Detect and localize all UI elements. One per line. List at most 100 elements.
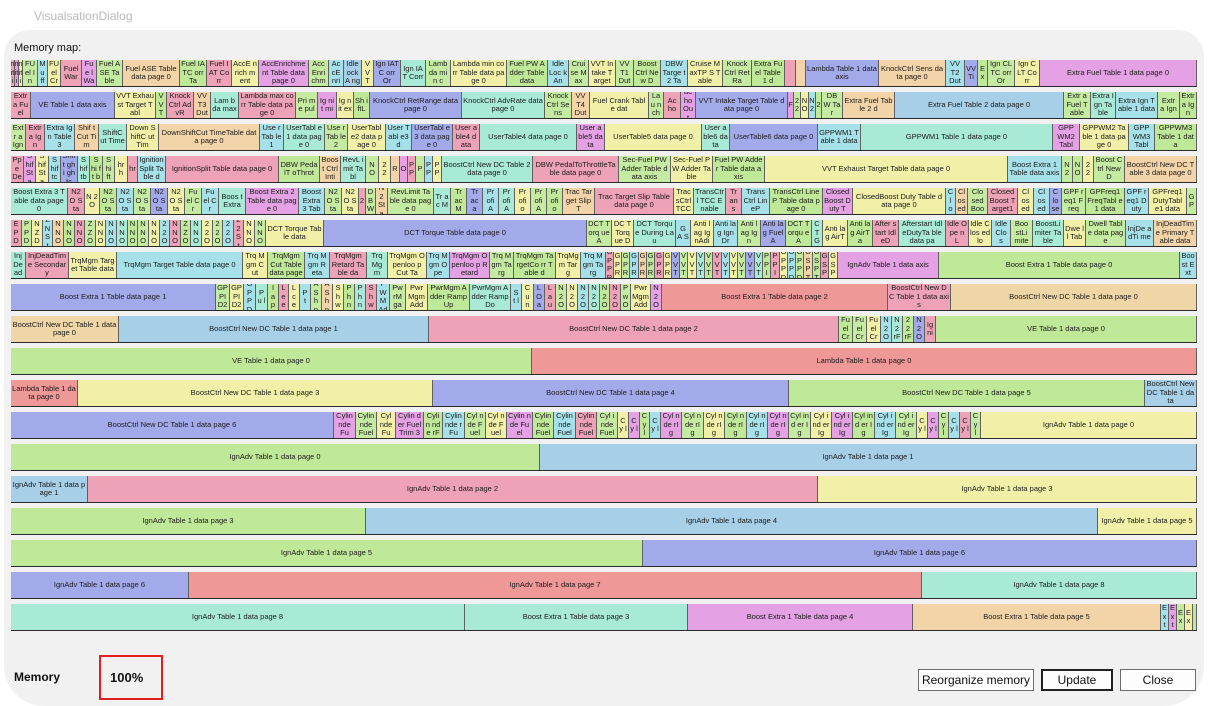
- memory-block[interactable]: Cyl inde Fuel: [597, 412, 618, 438]
- memory-block[interactable]: Closed Boost Duty T: [823, 188, 853, 214]
- memory-block[interactable]: IgnAdv Table 1 data page 4: [366, 508, 1098, 534]
- memory-block[interactable]: GP PI D2: [230, 284, 244, 310]
- memory-block[interactable]: Cyl nde rIg: [725, 412, 747, 438]
- memory-block[interactable]: 2 2 O: [202, 220, 213, 246]
- memory-block[interactable]: VE Table 1 data page 0: [11, 348, 532, 374]
- memory-block[interactable]: Extra Fuel Table 2 data page 0: [895, 92, 1064, 118]
- memory-block[interactable]: IgnAdv Table 1 data page 3: [818, 476, 1197, 502]
- memory-block[interactable]: Ign IATC orr Or: [374, 60, 401, 86]
- memory-block[interactable]: Extr a Ign: [1180, 92, 1197, 118]
- memory-block[interactable]: Fu el Cr: [202, 188, 219, 214]
- memory-block[interactable]: G S P T: [804, 252, 813, 278]
- memory-block[interactable]: Lambda min corr Table data page 0: [451, 60, 507, 86]
- memory-block[interactable]: 2 2: [794, 92, 801, 118]
- memory-block[interactable]: N N O: [96, 220, 106, 246]
- memory-block[interactable]: G P R: [655, 252, 664, 278]
- memory-block[interactable]: Extr a Ign: [1158, 92, 1180, 118]
- memory-block[interactable]: Cylin nde Fu: [334, 412, 356, 438]
- memory-block[interactable]: C y l: [971, 412, 981, 438]
- memory-block[interactable]: TrqMgm Target Table data: [69, 252, 117, 278]
- memory-block[interactable]: C T G: [812, 220, 823, 246]
- memory-block[interactable]: Pw rM ga: [390, 284, 406, 310]
- memory-block[interactable]: Cyl ind er Ig: [789, 412, 811, 438]
- memory-block[interactable]: Cylin nde rF: [424, 412, 443, 438]
- memory-block[interactable]: N2 O Sta: [117, 188, 134, 214]
- memory-block[interactable]: Trq Mgm Targ: [490, 252, 514, 278]
- memory-block[interactable]: Z Z O: [181, 220, 191, 246]
- memory-block[interactable]: Trans Ctrl LineP: [742, 188, 770, 214]
- memory-block[interactable]: IgnAdv Table 1 data page 1: [540, 444, 1197, 470]
- memory-block[interactable]: Cyl nde rIg: [661, 412, 682, 438]
- memory-block[interactable]: Cylin der Fuel Trim 3: [396, 412, 424, 438]
- memory-block[interactable]: V V T: [755, 252, 763, 278]
- memory-block[interactable]: V V T: [680, 252, 688, 278]
- memory-block[interactable]: Afterstart IdleDutyTa ble data pa: [899, 220, 946, 246]
- memory-block[interactable]: N O: [801, 92, 809, 118]
- memory-block[interactable]: Use rTab le2: [325, 124, 348, 150]
- memory-block[interactable]: IgnitionSplit Table data page 0: [166, 156, 279, 182]
- memory-block[interactable]: Shift ghi ghtc: [61, 156, 78, 182]
- memory-block[interactable]: ZN St: [43, 220, 53, 246]
- memory-block[interactable]: Boost Extra 1 Table data page 3: [465, 604, 688, 630]
- memory-block[interactable]: IgnAdv Table 1 data page 5: [1098, 508, 1197, 534]
- memory-block[interactable]: Pr ofi A: [531, 188, 547, 214]
- memory-block[interactable]: C y l: [618, 412, 629, 438]
- memory-block[interactable]: BoostCtrl New DC Table 1 data page 6: [11, 412, 334, 438]
- memory-block[interactable]: V V T: [672, 252, 680, 278]
- memory-block[interactable]: Boos t Extra: [219, 188, 246, 214]
- memory-block[interactable]: Fuel IATC orr Ta: [180, 60, 207, 86]
- memory-block[interactable]: IgnAdv Table 1 data page 7: [189, 572, 922, 598]
- memory-block[interactable]: L c e: [289, 284, 300, 310]
- memory-block[interactable]: DCT Torque Table data: [266, 220, 324, 246]
- memory-block[interactable]: Ig nit mi: [318, 92, 337, 118]
- memory-block[interactable]: VVT Exhaust Target Tabl: [115, 92, 156, 118]
- memory-block[interactable]: PwrMgm Adder Ramp Up: [428, 284, 470, 310]
- memory-block[interactable]: Ign IAT Corr: [401, 60, 426, 86]
- memory-block[interactable]: [796, 60, 806, 86]
- memory-block[interactable]: Extra Ign Table: [1091, 92, 1116, 118]
- memory-block[interactable]: User able6 data: [702, 124, 730, 150]
- memory-block[interactable]: VVT Exhaust Target Table data page 0: [765, 156, 1008, 182]
- memory-block[interactable]: P: [416, 156, 425, 182]
- memory-block[interactable]: G S P: [821, 252, 829, 278]
- memory-block[interactable]: 2 2 rF: [903, 316, 914, 342]
- memory-block[interactable]: Anti lag AirTa: [848, 220, 873, 246]
- memory-block[interactable]: G P: [1187, 188, 1197, 214]
- memory-block[interactable]: VV T4 Dut: [572, 92, 590, 118]
- memory-block[interactable]: G P R: [622, 252, 630, 278]
- memory-block[interactable]: N 2 O: [610, 284, 621, 310]
- memory-block[interactable]: Inj De ad: [11, 252, 26, 278]
- memory-block[interactable]: C l o: [946, 188, 956, 214]
- memory-block[interactable]: Boost Extra 1 Table data page 0: [939, 252, 1180, 278]
- memory-block[interactable]: Ign CLT Corr: [1015, 60, 1040, 86]
- memory-block[interactable]: GPFreq1 DutyTabl e1 data: [1149, 188, 1187, 214]
- memory-block[interactable]: Boost Ctrl Inti: [320, 156, 341, 182]
- memory-block[interactable]: Anti lag IgnDr: [714, 220, 738, 246]
- memory-block[interactable]: GPFreq1 FreqTabl e1 data: [1086, 188, 1125, 214]
- memory-block[interactable]: Extra Fuel Table 2 d: [843, 92, 895, 118]
- memory-block[interactable]: IgnAdv Table 1 data page 8: [922, 572, 1197, 598]
- memory-block[interactable]: RevLimit Table data page 0: [388, 188, 434, 214]
- memory-block[interactable]: G S P: [829, 252, 838, 278]
- memory-block[interactable]: N N O: [53, 220, 64, 246]
- memory-block[interactable]: Fu el Cr: [185, 188, 202, 214]
- memory-block[interactable]: IgnAdv Table 1 data page 0: [981, 412, 1197, 438]
- memory-block[interactable]: Fu el Cr: [839, 316, 853, 342]
- memory-block[interactable]: Cl os ed: [956, 188, 968, 214]
- memory-block[interactable]: G P P D: [780, 252, 788, 278]
- memory-block[interactable]: N N O: [149, 220, 160, 246]
- memory-block[interactable]: V V T: [746, 252, 755, 278]
- memory-block[interactable]: TransCtrl LineP Table data page 0: [770, 188, 823, 214]
- memory-block[interactable]: Anti lag Ign: [738, 220, 761, 246]
- memory-block[interactable]: N 2 O: [567, 284, 578, 310]
- memory-block[interactable]: User able4 data: [453, 124, 480, 150]
- memory-block[interactable]: Tr ac M: [451, 188, 467, 214]
- memory-block[interactable]: UserTabl e1 data page 0: [284, 124, 325, 150]
- memory-block[interactable]: N 2 rF: [892, 316, 903, 342]
- memory-block[interactable]: Dwell Table data page: [1086, 220, 1126, 246]
- memory-block[interactable]: S hif Sta: [36, 156, 49, 182]
- memory-block[interactable]: G P R: [647, 252, 655, 278]
- memory-block[interactable]: Boost Ctrl New D: [1094, 156, 1125, 182]
- memory-block[interactable]: VE Table 1 data page 0: [936, 316, 1197, 342]
- memory-block[interactable]: Z Z O: [85, 220, 96, 246]
